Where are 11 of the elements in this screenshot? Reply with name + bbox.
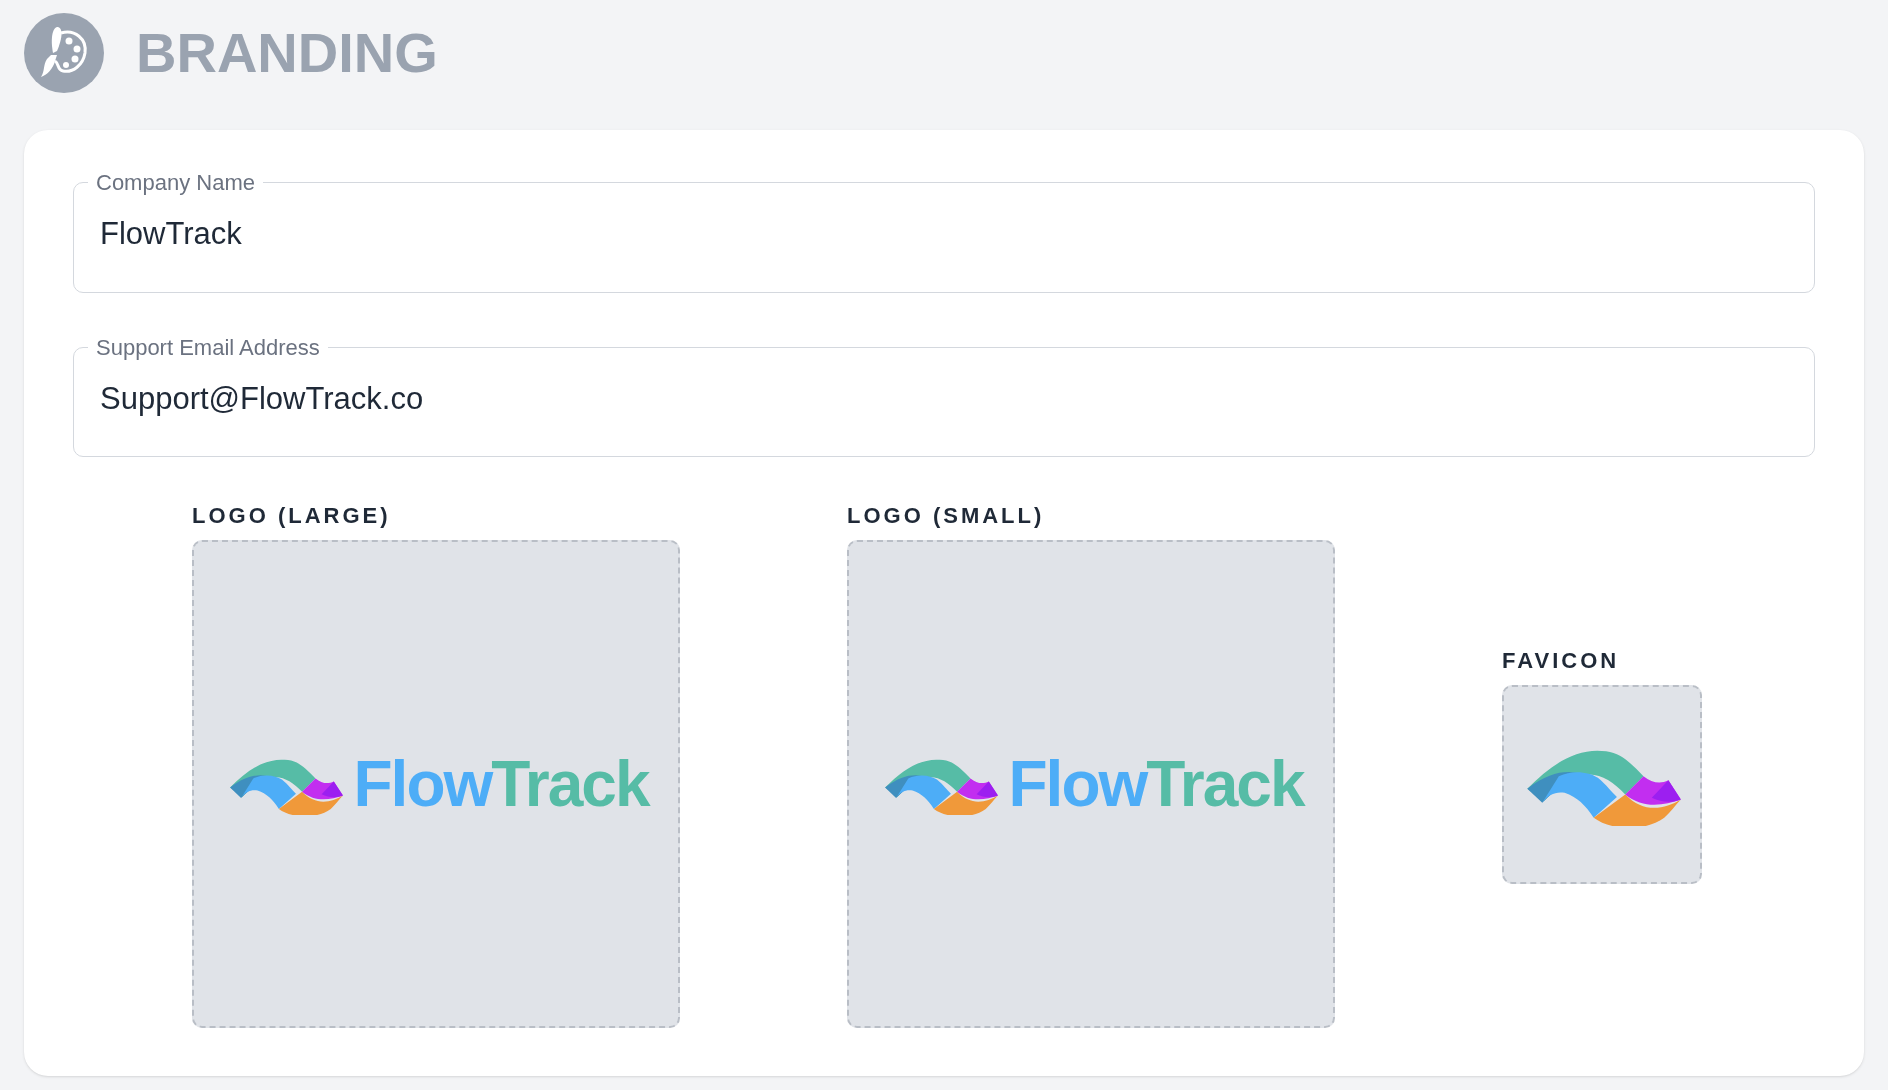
field-label: Company Name [95,169,256,197]
logo-wordmark: FlowTrack [353,752,649,816]
favicon-upload-box[interactable] [1502,684,1702,884]
input-field[interactable]: Support@FlowTrack.co [88,375,1800,422]
logo-wordmark: FlowTrack [1008,752,1304,816]
image-label: FAVICON [1502,646,1621,675]
field-label: Support Email Address [95,333,321,362]
image-label: LOGO (LARGE) [192,502,392,530]
input-field[interactable]: FlowTrack [88,211,1800,258]
page-title: BRANDING [136,25,438,81]
image-label: LOGO (SMALL) [847,502,1046,530]
